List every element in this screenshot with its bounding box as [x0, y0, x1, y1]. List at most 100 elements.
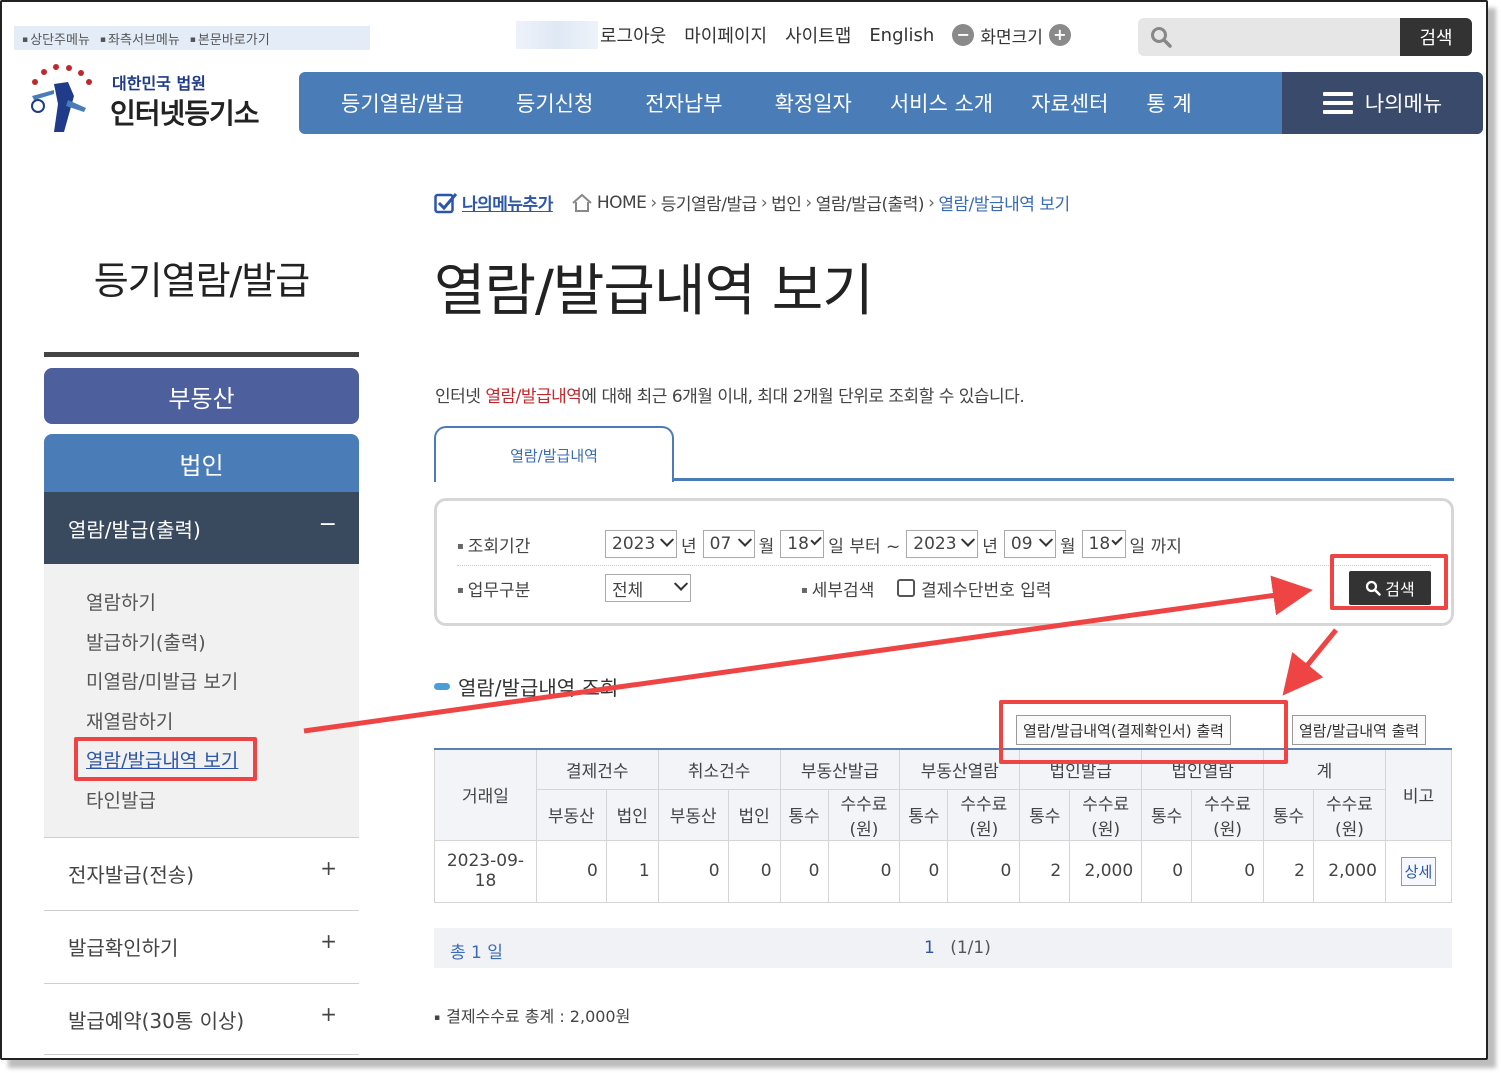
- print-list-button[interactable]: 열람/발급내역 출력: [1292, 715, 1427, 745]
- court-emblem-icon: [31, 64, 92, 132]
- page-title: 열람/발급내역 보기: [434, 259, 874, 324]
- unit-year: 년: [681, 536, 697, 557]
- search-input[interactable]: [1182, 22, 1392, 52]
- expand-icon: +: [320, 929, 337, 953]
- expand-icon: +: [320, 856, 337, 880]
- nav-registry-view-issue[interactable]: 등기열람/발급: [341, 72, 464, 134]
- nav-service-intro[interactable]: 서비스 소개: [890, 72, 993, 134]
- unit-year: 년: [982, 536, 998, 557]
- fee-total: 결제수수료 총계 : 2,000원: [434, 1003, 630, 1027]
- bullet-pill-icon: [434, 683, 450, 690]
- zoom-in-icon[interactable]: +: [1048, 24, 1071, 46]
- tab-history[interactable]: 열람/발급내역: [434, 426, 674, 482]
- history-table: 거래일 결제건수 취소건수 부동산발급 부동산열람 법인발급 법인열람 계 비고…: [434, 748, 1453, 903]
- subheader: 수수료(원): [947, 788, 1021, 841]
- skip-links: 상단주메뉴 좌측서브메뉴 본문바로가기: [14, 26, 370, 50]
- annotation-highlight-print-receipt: [999, 700, 1288, 764]
- unit-day-from: 일 부터 ~: [828, 536, 901, 557]
- cell: 0: [1141, 839, 1193, 903]
- sidebar-item-electronic-issue[interactable]: 전자발급(전송) +: [44, 837, 359, 909]
- main-navigation: 등기열람/발급 등기신청 전자납부 확정일자 서비스 소개 자료센터 통 계 나…: [299, 72, 1483, 134]
- nav-fixed-date[interactable]: 확정일자: [775, 72, 852, 134]
- section-title-text: 열람/발급내역 조회: [458, 676, 619, 700]
- zoom-label: 화면크기: [980, 27, 1043, 48]
- skip-link-left-submenu[interactable]: 좌측서브메뉴: [100, 29, 180, 48]
- chevron-down-icon: [659, 532, 675, 547]
- sidebar-item-issue-reservation[interactable]: 발급예약(30통 이상) +: [44, 983, 359, 1055]
- cell: 0: [657, 839, 729, 903]
- english-link[interactable]: English: [869, 25, 934, 46]
- home-icon: [572, 193, 592, 212]
- breadcrumb-current: 열람/발급내역 보기: [938, 195, 1070, 215]
- my-menu-label: 나의메뉴: [1364, 92, 1443, 116]
- type-label: 업무구분: [457, 576, 605, 601]
- search-button[interactable]: 검색: [1400, 18, 1472, 56]
- to-day-select[interactable]: 18: [1081, 530, 1126, 558]
- nav-registry-application[interactable]: 등기신청: [516, 72, 593, 134]
- sidebar-item-unviewed[interactable]: 미열람/미발급 보기: [86, 667, 238, 694]
- subheader: 법인: [727, 788, 781, 841]
- chevron-down-icon: [737, 532, 752, 547]
- breadcrumb: 나의메뉴추가 HOME › 등기열람/발급 › 법인 › 열람/발급(출력) ›…: [434, 190, 1070, 215]
- from-year-select[interactable]: 2023: [605, 530, 677, 558]
- table-row: 2023-09-18 0 1 0 0 0 0 0 0 2 2,000 0 0 2…: [434, 839, 1453, 903]
- sidebar-item-other-issue[interactable]: 타인발급: [86, 786, 156, 813]
- period-label: 조회기간: [457, 532, 605, 557]
- header-note: 비고: [1384, 748, 1453, 841]
- table-header-row: 거래일 결제건수 취소건수 부동산발급 부동산열람 법인발급 법인열람 계 비고: [434, 748, 1453, 841]
- payment-number-checkbox[interactable]: [897, 579, 915, 597]
- mypage-link[interactable]: 마이페이지: [684, 22, 767, 48]
- sidebar-corp-button[interactable]: 법인: [44, 434, 359, 492]
- page-number[interactable]: 1: [924, 938, 935, 958]
- nav-electronic-payment[interactable]: 전자납부: [645, 72, 722, 134]
- add-my-menu-button[interactable]: 나의메뉴추가: [434, 190, 553, 215]
- logout-link[interactable]: 로그아웃: [600, 22, 666, 48]
- detail-button[interactable]: 상세: [1400, 856, 1437, 886]
- type-select[interactable]: 전체: [605, 574, 691, 602]
- chevron-down-icon: [1038, 532, 1053, 547]
- nav-statistics[interactable]: 통 계: [1146, 72, 1191, 134]
- sidebar-item-review[interactable]: 재열람하기: [86, 707, 173, 734]
- zoom-out-icon[interactable]: −: [952, 24, 975, 46]
- header-group: 취소건수: [657, 748, 781, 790]
- nav-resource-center[interactable]: 자료센터: [1031, 72, 1108, 134]
- sidebar-row-label: 발급예약(30통 이상): [68, 1008, 245, 1033]
- skip-link-content[interactable]: 본문바로가기: [190, 29, 270, 48]
- cell: 0: [779, 839, 829, 903]
- my-menu-button[interactable]: 나의메뉴: [1282, 72, 1483, 134]
- to-year-select[interactable]: 2023: [906, 530, 979, 558]
- subheader: 수수료(원): [1069, 788, 1143, 841]
- hamburger-icon: [1322, 92, 1353, 114]
- breadcrumb-view-print[interactable]: 열람/발급(출력): [816, 190, 925, 215]
- subheader: 부동산: [535, 788, 607, 841]
- page-description: 인터넷 열람/발급내역에 대해 최근 6개월 이내, 최대 2개월 단위로 조회…: [435, 382, 1025, 407]
- chevron-right-icon: ›: [928, 192, 935, 213]
- from-day-select[interactable]: 18: [780, 530, 825, 558]
- desc-highlight: 열람/발급내역: [485, 387, 582, 407]
- breadcrumb-home[interactable]: HOME: [597, 193, 647, 213]
- sidebar-section-view-issue-print[interactable]: 열람/발급(출력) −: [44, 492, 359, 564]
- sidebar-item-issue-print[interactable]: 발급하기(출력): [86, 628, 206, 655]
- sidebar-item-view[interactable]: 열람하기: [86, 588, 156, 615]
- payment-number-label[interactable]: 결제수단번호 입력: [921, 576, 1052, 601]
- header-group: 결제건수: [535, 748, 659, 790]
- sidebar-divider: [44, 352, 359, 357]
- desc-text: 인터넷: [435, 387, 486, 407]
- breadcrumb-corp[interactable]: 법인: [771, 190, 802, 215]
- cell: 0: [947, 839, 1021, 903]
- sidebar-item-issue-confirm[interactable]: 발급확인하기 +: [44, 910, 359, 982]
- site-logo[interactable]: 대한민국 법원 인터넷등기소: [24, 60, 284, 136]
- total-count: 총 1 일: [450, 943, 503, 963]
- blurred-username: [516, 21, 598, 49]
- cell: 2: [1019, 839, 1071, 903]
- sidebar-submenu: 열람하기 발급하기(출력) 미열람/미발급 보기 재열람하기 열람/발급내역 보…: [44, 564, 359, 837]
- unit-month: 월: [1059, 536, 1076, 557]
- unit-month: 월: [758, 536, 775, 557]
- breadcrumb-registry[interactable]: 등기열람/발급: [661, 190, 758, 215]
- to-month-select[interactable]: 09: [1003, 530, 1056, 558]
- sidebar-realty-button[interactable]: 부동산: [44, 368, 359, 424]
- from-month-select[interactable]: 07: [702, 530, 755, 558]
- sitemap-link[interactable]: 사이트맵: [785, 22, 851, 48]
- pagination-bar: 총 1 일 1 (1/1): [434, 928, 1452, 968]
- skip-link-top-menu[interactable]: 상단주메뉴: [22, 29, 90, 48]
